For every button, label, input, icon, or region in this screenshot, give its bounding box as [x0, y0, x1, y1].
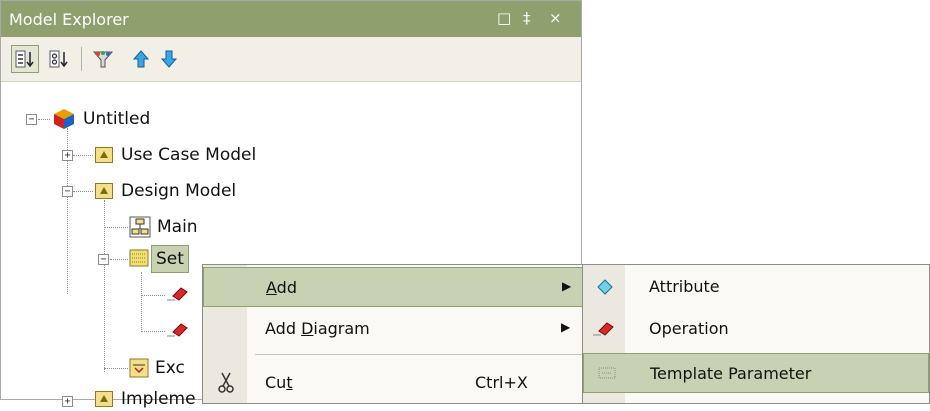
add-submenu: Attribute Operation Template Parameter [582, 264, 930, 404]
submenu-arrow-icon: ▶ [562, 279, 572, 293]
tree-line [141, 295, 165, 296]
collapse-toggle[interactable]: − [98, 254, 109, 265]
tree-node-implementation[interactable]: Impleme [121, 387, 196, 411]
package-folder-icon [95, 391, 113, 407]
move-down-button[interactable] [155, 45, 183, 73]
context-menu: Add ▶ Add Diagram ▶ Cut Ctrl+X [202, 264, 590, 404]
tree-line [141, 272, 142, 332]
close-icon[interactable]: × [549, 9, 562, 27]
menu-item-cut[interactable]: Cut Ctrl+X [203, 363, 589, 403]
submenu-item-template-parameter[interactable]: Template Parameter [583, 353, 929, 393]
tree-node-main[interactable]: Main [157, 215, 198, 239]
attribute-icon [597, 279, 613, 295]
expand-toggle[interactable]: + [62, 150, 73, 161]
submenu-arrow-icon: ▶ [561, 320, 571, 334]
tree-line [110, 259, 128, 260]
menu-separator [255, 354, 585, 355]
tree-node-exc[interactable]: Exc [155, 356, 185, 380]
expand-toggle[interactable]: + [62, 396, 73, 407]
sort-by-order-button[interactable] [11, 45, 39, 73]
submenu-item-operation-label: Operation [649, 319, 729, 338]
operation-icon [167, 323, 188, 337]
tree-node-use-case-model[interactable]: Use Case Model [121, 143, 256, 167]
submenu-item-template-parameter-label: Template Parameter [650, 364, 812, 383]
tree-line [104, 368, 128, 369]
collapse-toggle[interactable]: − [62, 186, 73, 197]
collapse-toggle[interactable]: − [26, 114, 37, 125]
move-up-button[interactable] [127, 45, 155, 73]
operation-icon [167, 287, 188, 301]
operation-icon [593, 322, 614, 336]
arrow-up-icon [132, 50, 150, 68]
package-folder-icon [95, 183, 113, 199]
pin-icon[interactable]: ‡ [523, 9, 531, 27]
submenu-item-attribute[interactable]: Attribute [583, 267, 929, 307]
scissors-icon [218, 372, 234, 393]
template-parameter-icon [598, 367, 616, 379]
tree-line [38, 119, 50, 120]
template-class-icon [129, 249, 149, 267]
menu-item-add[interactable]: Add ▶ [203, 267, 589, 307]
package-folder-icon [95, 147, 113, 163]
panel-title: Model Explorer [9, 10, 129, 29]
tree-line [73, 191, 93, 192]
tree-node-root[interactable]: Untitled [83, 107, 150, 131]
arrow-down-icon [160, 50, 178, 68]
maximize-icon[interactable]: □ [497, 9, 511, 27]
filter-button[interactable] [89, 45, 117, 73]
tree-node-design-model[interactable]: Design Model [121, 179, 236, 203]
explorer-toolbar [1, 37, 581, 82]
sort-numeric-icon [15, 50, 34, 68]
panel-titlebar[interactable]: Model Explorer □ ‡ × [1, 1, 581, 37]
toolbar-separator [81, 47, 82, 71]
tree-line [104, 227, 128, 228]
class-diagram-icon [129, 216, 151, 238]
filter-icon [92, 51, 114, 68]
project-cube-icon [54, 109, 74, 129]
tree-line [104, 200, 105, 372]
menu-item-add-diagram[interactable]: Add Diagram ▶ [203, 309, 589, 349]
tree-node-set-selected[interactable]: Set [151, 245, 189, 273]
submenu-item-operation[interactable]: Operation [583, 309, 929, 349]
tree-line [141, 331, 165, 332]
menu-item-add-label: Add [266, 278, 297, 297]
sort-alpha-icon [49, 50, 68, 68]
menu-item-cut-label: Cut [265, 373, 293, 392]
menu-item-add-diagram-label: Add Diagram [265, 319, 370, 338]
menu-item-cut-shortcut: Ctrl+X [475, 373, 528, 392]
submenu-item-attribute-label: Attribute [649, 277, 720, 296]
tree-line [73, 155, 93, 156]
exception-icon [129, 358, 149, 378]
sort-by-name-button[interactable] [45, 45, 73, 73]
